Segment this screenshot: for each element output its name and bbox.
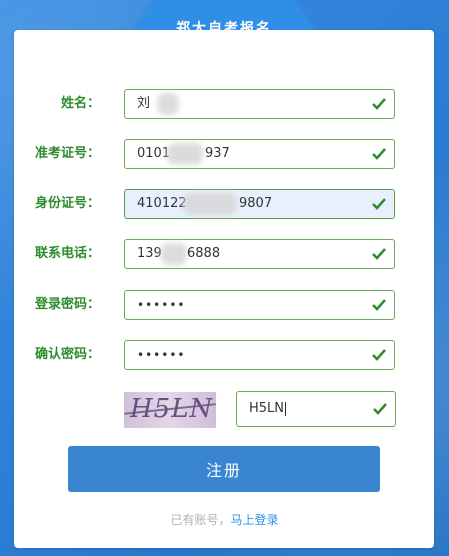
redaction-blur (167, 143, 203, 165)
check-icon (372, 148, 386, 160)
exam-id-value: 0101 (137, 146, 171, 161)
check-icon (372, 198, 386, 210)
check-icon (373, 403, 387, 415)
exam-id-value-suffix: 937 (205, 146, 230, 161)
phone-label: 联系电话： (34, 246, 100, 261)
redaction-blur (157, 93, 179, 115)
id-number-value-suffix: 9807 (239, 196, 273, 211)
password-field[interactable]: •••••• (124, 290, 395, 320)
exam-id-field[interactable]: 0101 937 (124, 139, 395, 169)
captcha-image[interactable]: H5LN (124, 392, 216, 428)
id-number-label: 身份证号： (34, 196, 100, 211)
redaction-blur (161, 243, 187, 265)
captcha-input-text: H5LN (249, 401, 285, 416)
check-icon (372, 98, 386, 110)
name-field[interactable]: 刘 (124, 89, 395, 119)
register-button[interactable]: 注册 (68, 446, 380, 492)
password-label: 登录密码： (34, 297, 100, 312)
login-prompt: 已有账号，马上登录 (0, 511, 449, 528)
login-prompt-text: 已有账号， (170, 513, 231, 527)
phone-value-suffix: 6888 (187, 246, 221, 261)
check-icon (372, 299, 386, 311)
text-caret (285, 401, 287, 416)
check-icon (372, 349, 386, 361)
captcha-input-value: H5LN (249, 392, 287, 426)
confirm-password-label: 确认密码： (34, 347, 100, 362)
exam-id-label: 准考证号： (34, 146, 100, 161)
name-value: 刘 (137, 96, 151, 111)
captcha-text: H5LN (130, 394, 214, 424)
check-icon (372, 248, 386, 260)
password-value: •••••• (137, 298, 186, 312)
phone-field[interactable]: 139 6888 (124, 239, 395, 269)
id-number-field[interactable]: 410122 9807 (124, 189, 395, 219)
id-number-value: 410122 (137, 196, 187, 211)
confirm-password-field[interactable]: •••••• (124, 340, 395, 370)
login-link[interactable]: 马上登录 (231, 513, 279, 527)
redaction-blur (183, 193, 237, 215)
name-label: 姓名： (60, 96, 100, 111)
captcha-input[interactable]: H5LN (236, 391, 396, 427)
confirm-password-value: •••••• (137, 348, 186, 362)
phone-value: 139 (137, 246, 162, 261)
